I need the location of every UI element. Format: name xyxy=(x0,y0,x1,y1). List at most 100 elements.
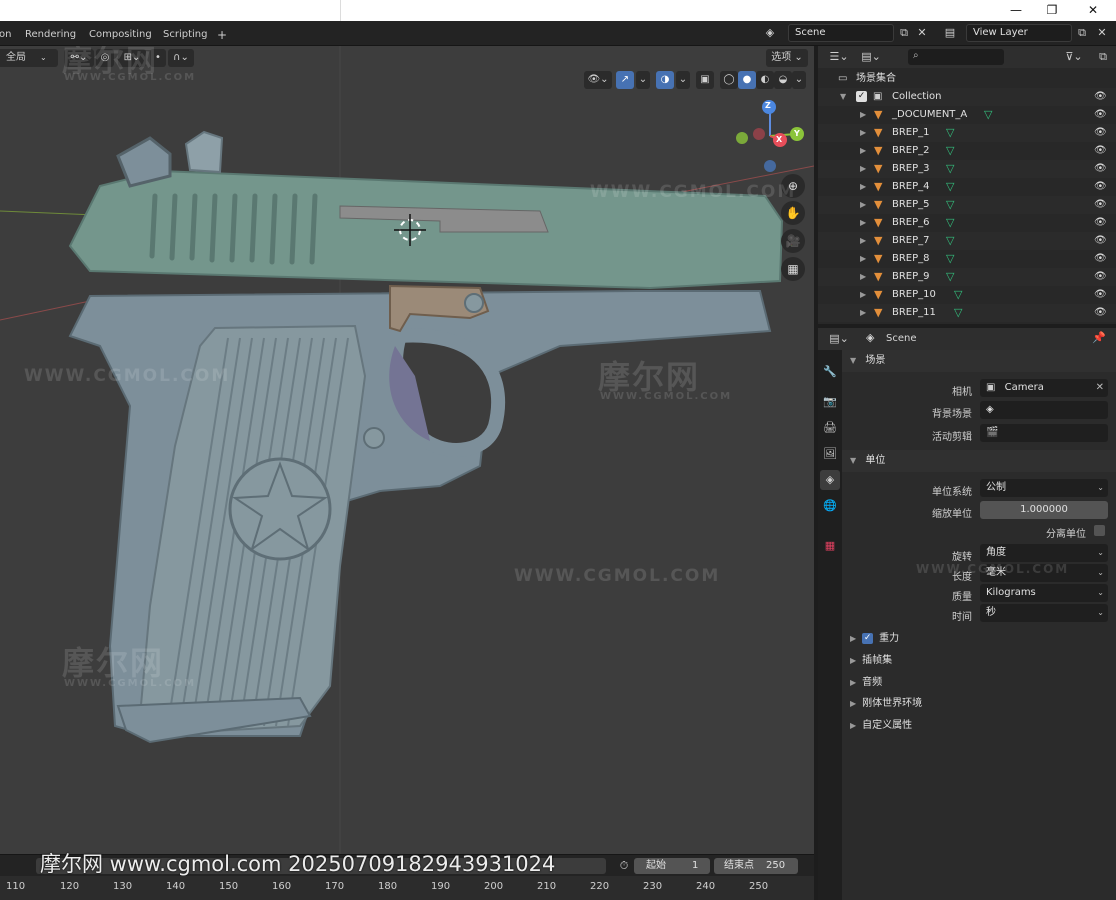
display-mode-icon[interactable]: ☰⌄ xyxy=(824,48,854,66)
rigid-body-panel-header[interactable]: ▶ 刚体世界环境 xyxy=(850,695,922,713)
gizmo-dropdown-icon[interactable]: ⌄ xyxy=(636,71,650,89)
close-button[interactable]: ✕ xyxy=(1075,0,1111,21)
camera-view-icon[interactable]: 🎥 xyxy=(781,229,805,253)
clock-icon[interactable]: ⏱ xyxy=(614,857,634,875)
eye-icon[interactable]: 👁 xyxy=(1094,160,1107,178)
timeline-ruler[interactable]: 110 120 130 140 150 160 170 180 190 200 … xyxy=(0,876,814,900)
world-tab-icon[interactable]: 🌐 xyxy=(820,496,840,516)
filter-icon[interactable]: ⊽⌄ xyxy=(1060,48,1088,66)
pan-hand-icon[interactable]: ✋ xyxy=(781,201,805,225)
pin-icon[interactable]: 📌 xyxy=(1092,331,1106,344)
eye-icon[interactable]: 👁 xyxy=(1094,178,1107,196)
render-tab-icon[interactable]: 📷 xyxy=(820,392,840,412)
output-tab-icon[interactable]: 🖨 xyxy=(820,418,840,438)
wireframe-shading-icon[interactable]: ◯ xyxy=(720,71,738,89)
tab-compositing[interactable]: Compositing xyxy=(84,26,157,44)
eye-icon[interactable]: 👁 xyxy=(1094,106,1107,124)
options-dropdown[interactable]: 选项 ⌄ xyxy=(766,49,808,67)
transform-orientation-dropdown[interactable]: 全局 ⌄ xyxy=(0,49,58,67)
outliner-item[interactable]: ▶ ▼ BREP_2 ▽ 👁 xyxy=(818,142,1116,160)
outliner-search-input[interactable]: ⌕ xyxy=(908,49,1004,65)
scene-selector-icon[interactable]: ◈ xyxy=(760,24,780,42)
tab-animation[interactable]: on xyxy=(0,26,16,44)
expand-right-icon[interactable]: ▶ xyxy=(860,196,866,214)
outliner-item[interactable]: ▶ ▼ BREP_4 ▽ 👁 xyxy=(818,178,1116,196)
view-layer-tab-icon[interactable]: 🖼 xyxy=(820,444,840,464)
units-section-header[interactable]: ▼ 单位 xyxy=(842,450,1116,472)
expand-down-icon[interactable]: ▼ xyxy=(840,88,846,106)
visibility-icon[interactable]: 👁⌄ xyxy=(584,71,612,89)
gravity-checkbox[interactable]: ✓ xyxy=(862,632,874,644)
frame-start-field[interactable]: 起始 1 xyxy=(634,858,710,874)
add-workspace-button[interactable]: + xyxy=(212,26,232,44)
outliner-collection[interactable]: ▼ ✓ ▣ Collection 👁 xyxy=(818,88,1116,106)
tool-tab-icon[interactable]: 🔧 xyxy=(820,362,840,382)
scene-name-field[interactable]: Scene xyxy=(788,24,894,42)
overlays-dropdown-icon[interactable]: ⌄ xyxy=(676,71,690,89)
rendered-shading-icon[interactable]: ◒ xyxy=(774,71,792,89)
xray-icon[interactable]: ▣ xyxy=(696,71,714,89)
eye-icon[interactable]: 👁 xyxy=(1094,286,1107,304)
eye-icon[interactable]: 👁 xyxy=(1094,88,1107,106)
expand-right-icon[interactable]: ▶ xyxy=(860,124,866,142)
new-collection-icon[interactable]: ⧉ xyxy=(1092,48,1114,66)
expand-right-icon[interactable]: ▶ xyxy=(860,160,866,178)
outliner-item[interactable]: ▶ ▼ BREP_11 ▽ 👁 xyxy=(818,304,1116,322)
view-layer-field[interactable]: View Layer xyxy=(966,24,1072,42)
keying-sets-panel-header[interactable]: ▶ 插帧集 xyxy=(850,652,892,670)
expand-right-icon[interactable]: ▶ xyxy=(860,232,866,250)
outliner-item[interactable]: ▶ ▼ BREP_5 ▽ 👁 xyxy=(818,196,1116,214)
outliner-scene-collection[interactable]: ▭ 场景集合 xyxy=(818,70,1116,88)
rotation-dropdown[interactable]: 角度 ⌄ xyxy=(980,544,1108,562)
checkbox-icon[interactable]: ✓ xyxy=(856,91,867,102)
filter-view-icon[interactable]: ▤⌄ xyxy=(858,48,884,66)
eye-icon[interactable]: 👁 xyxy=(1094,232,1107,250)
view-layer-selector-icon[interactable]: ▤ xyxy=(940,24,960,42)
eye-icon[interactable]: 👁 xyxy=(1094,268,1107,286)
expand-right-icon[interactable]: ▶ xyxy=(860,286,866,304)
editor-type-icon[interactable]: ▤⌄ xyxy=(824,330,854,348)
delete-view-layer-icon[interactable]: ✕ xyxy=(1092,24,1112,42)
maximize-button[interactable]: ❐ xyxy=(1034,0,1070,21)
falloff-icon[interactable]: ∩⌄ xyxy=(168,49,194,67)
outliner-item[interactable]: ▶ ▼ BREP_9 ▽ 👁 xyxy=(818,268,1116,286)
new-scene-icon[interactable]: ⧉ xyxy=(894,24,914,42)
outliner-item[interactable]: ▶ ▼ BREP_6 ▽ 👁 xyxy=(818,214,1116,232)
outliner-item[interactable]: ▶ ▼ BREP_3 ▽ 👁 xyxy=(818,160,1116,178)
gravity-panel-header[interactable]: ▶ ✓ 重力 xyxy=(850,630,899,648)
background-scene-field[interactable]: ◈ xyxy=(980,401,1108,419)
expand-right-icon[interactable]: ▶ xyxy=(860,214,866,232)
overlays-icon[interactable]: ◑ xyxy=(656,71,674,89)
unit-system-dropdown[interactable]: 公制 ⌄ xyxy=(980,479,1108,497)
shading-dropdown-icon[interactable]: ⌄ xyxy=(792,71,806,89)
minimize-button[interactable]: — xyxy=(998,0,1034,21)
3d-viewport[interactable]: Z Y X 全局 ⌄ ⚯⌄ ◎ ⊞⌄ • ∩⌄ 选项 ⌄ 👁⌄ ↗ ⌄ ◑ ⌄ ▣… xyxy=(0,46,814,854)
texture-tab-icon[interactable]: ▦ xyxy=(820,536,840,556)
eye-icon[interactable]: 👁 xyxy=(1094,214,1107,232)
expand-right-icon[interactable]: ▶ xyxy=(860,304,866,322)
expand-right-icon[interactable]: ▶ xyxy=(860,178,866,196)
unit-scale-field[interactable]: 1.000000 xyxy=(980,501,1108,519)
expand-right-icon[interactable]: ▶ xyxy=(860,250,866,268)
expand-right-icon[interactable]: ▶ xyxy=(860,142,866,160)
expand-right-icon[interactable]: ▶ xyxy=(860,106,866,124)
frame-end-field[interactable]: 结束点 250 xyxy=(714,858,798,874)
material-shading-icon[interactable]: ◐ xyxy=(756,71,774,89)
tab-rendering[interactable]: Rendering xyxy=(20,26,81,44)
eye-icon[interactable]: 👁 xyxy=(1094,304,1107,322)
eye-icon[interactable]: 👁 xyxy=(1094,124,1107,142)
outliner-item[interactable]: ▶ ▼ _DOCUMENT_A ▽ 👁 xyxy=(818,106,1116,124)
active-clip-field[interactable]: 🎬 xyxy=(980,424,1108,442)
mass-dropdown[interactable]: Kilograms ⌄ xyxy=(980,584,1108,602)
audio-panel-header[interactable]: ▶ 音频 xyxy=(850,674,882,692)
perspective-toggle-icon[interactable]: ▦ xyxy=(781,257,805,281)
new-view-layer-icon[interactable]: ⧉ xyxy=(1072,24,1092,42)
outliner-item[interactable]: ▶ ▼ BREP_8 ▽ 👁 xyxy=(818,250,1116,268)
time-dropdown[interactable]: 秒 ⌄ xyxy=(980,604,1108,622)
eye-icon[interactable]: 👁 xyxy=(1094,142,1107,160)
expand-right-icon[interactable]: ▶ xyxy=(860,268,866,286)
delete-scene-icon[interactable]: ✕ xyxy=(912,24,932,42)
camera-field[interactable]: ▣ Camera ✕ xyxy=(980,379,1108,397)
outliner-item[interactable]: ▶ ▼ BREP_10 ▽ 👁 xyxy=(818,286,1116,304)
eye-icon[interactable]: 👁 xyxy=(1094,250,1107,268)
